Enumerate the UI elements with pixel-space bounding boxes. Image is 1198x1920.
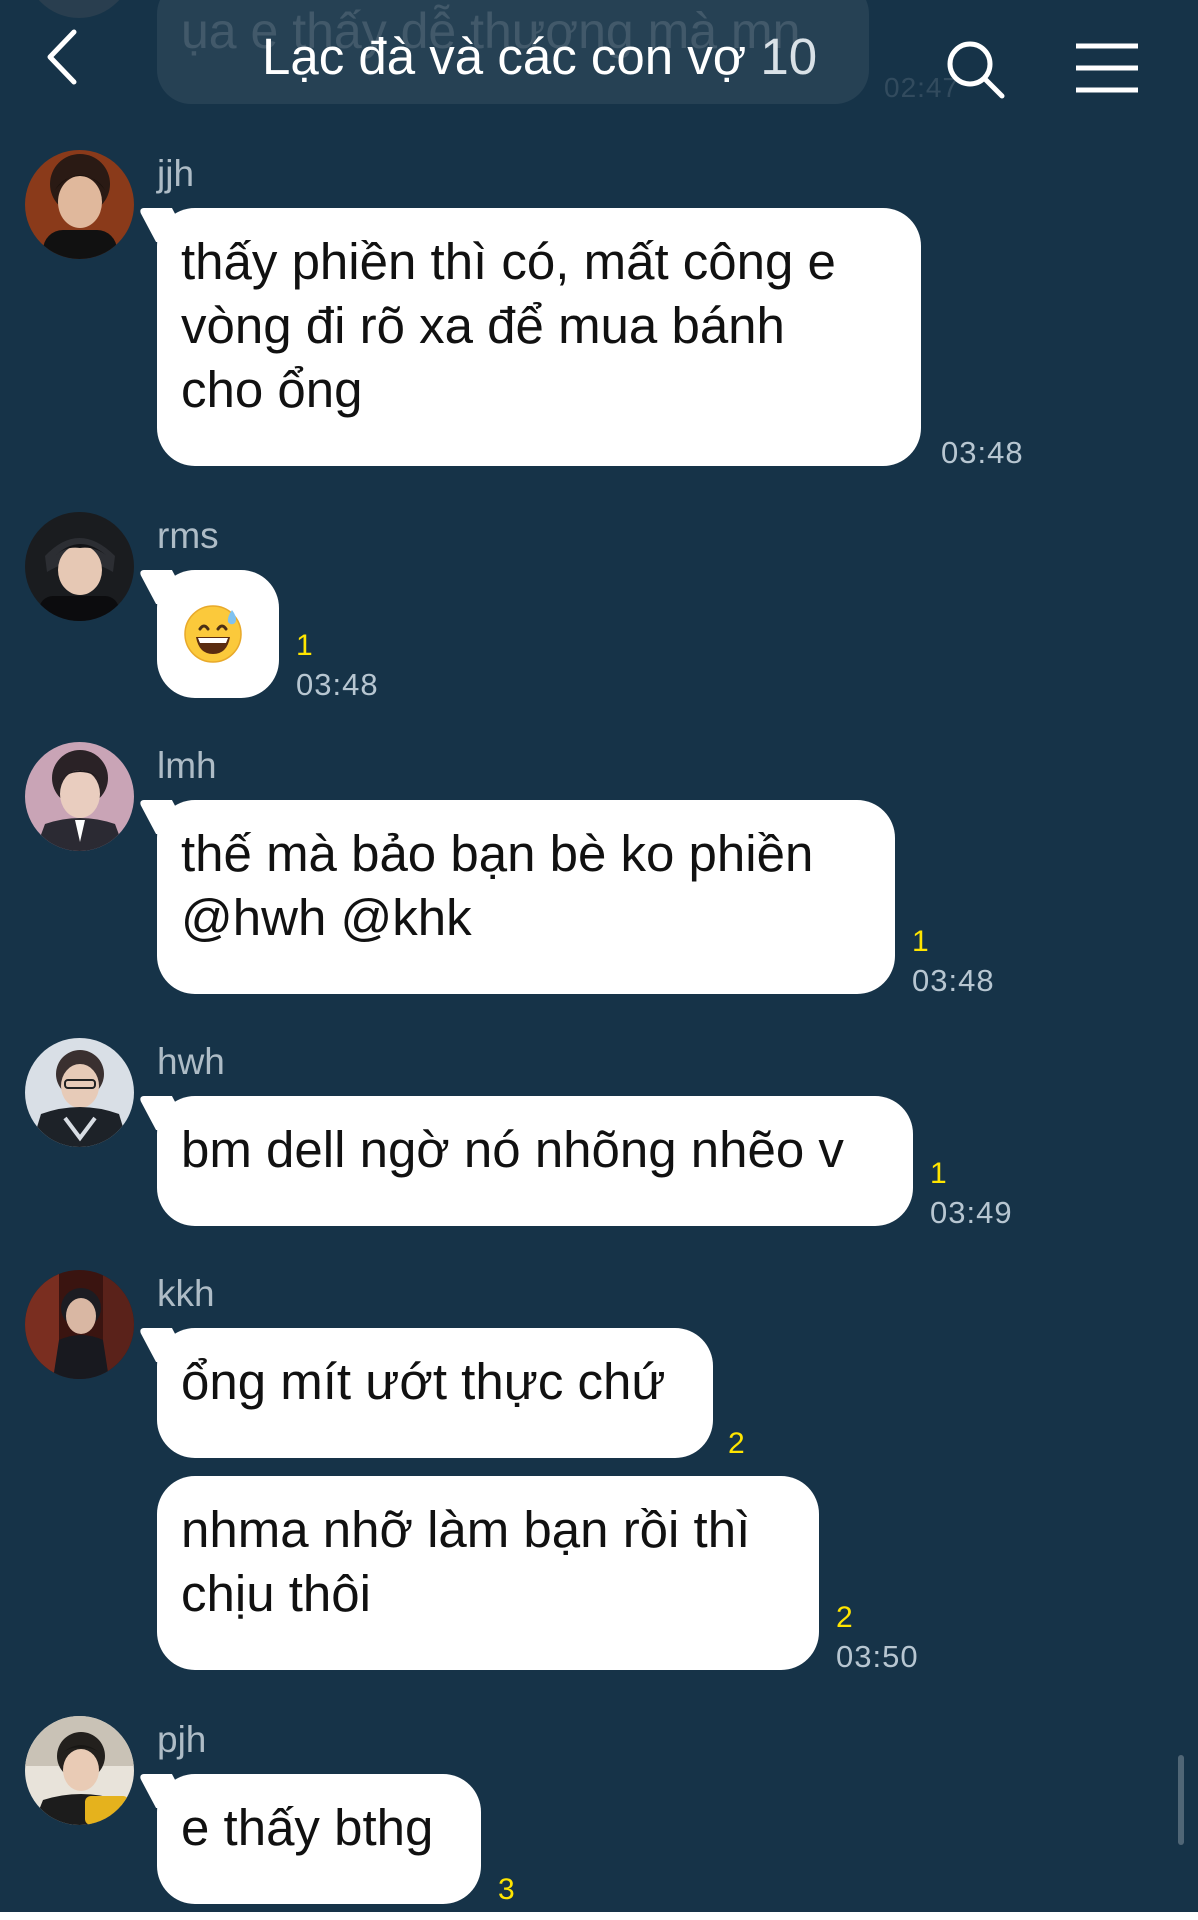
unread-count: 2 — [728, 1427, 745, 1460]
group-name: Lạc đà và các con vợ — [262, 28, 747, 85]
avatar-pjh[interactable] — [25, 1716, 134, 1825]
message-text: nhma nhỡ làm bạn rồi thì — [181, 1501, 751, 1558]
chevron-left-icon — [47, 29, 77, 85]
unread-count: 3 — [498, 1873, 515, 1906]
message-text: bm dell ngờ nó nhõng nhẽo v — [181, 1121, 844, 1178]
sender-name: kkh — [157, 1273, 215, 1314]
message-time: 03:48 — [912, 963, 995, 998]
chat-title[interactable]: Lạc đà và các con vợ 10 — [262, 22, 817, 92]
message-text: @hwh @khk — [181, 889, 472, 946]
avatar-hwh[interactable] — [25, 1038, 134, 1147]
member-count: 10 — [760, 28, 818, 85]
scrollbar-thumb[interactable] — [1178, 1755, 1184, 1845]
avatar-rms[interactable] — [25, 512, 134, 621]
message-time: 03:48 — [296, 667, 379, 702]
message-text: chịu thôi — [181, 1565, 371, 1622]
search-icon — [947, 41, 1005, 99]
message-text: vòng đi rõ xa để mua bánh — [181, 297, 785, 354]
search-button[interactable] — [944, 38, 1008, 102]
message-text: thế mà bảo bạn bè ko phiền — [181, 825, 814, 882]
unread-count: 1 — [296, 629, 313, 662]
unread-count: 2 — [836, 1601, 853, 1634]
message-text: thấy phiền thì có, mất công e — [181, 233, 836, 290]
grinning-face-with-sweat-icon — [184, 605, 242, 663]
chat-screen: ụa e thấy dễ thương mà mn 02:47 Lạc đà v… — [0, 0, 1198, 1920]
message-bubble[interactable]: thế mà bảo bạn bè ko phiền @hwh @khk — [157, 800, 895, 994]
unread-count: 1 — [930, 1157, 947, 1190]
back-button[interactable] — [44, 22, 104, 92]
menu-button[interactable] — [1072, 40, 1142, 96]
sender-name: pjh — [157, 1719, 207, 1760]
bottom-edge — [0, 1912, 1198, 1920]
message-bubble[interactable]: ổng mít ướt thực chứ — [157, 1328, 713, 1458]
chat-header: Lạc đà và các con vợ 10 — [0, 0, 1198, 125]
message-time: 03:49 — [930, 1195, 1013, 1230]
message-bubble[interactable]: nhma nhỡ làm bạn rồi thì chịu thôi — [157, 1476, 819, 1670]
avatar-lmh[interactable] — [25, 742, 134, 851]
message-text: ổng mít ướt thực chứ — [181, 1353, 666, 1410]
avatar-kkh[interactable] — [25, 1270, 134, 1379]
message-bubble[interactable]: bm dell ngờ nó nhõng nhẽo v — [157, 1096, 913, 1226]
sender-name: hwh — [157, 1041, 225, 1082]
message-time: 03:50 — [836, 1639, 919, 1674]
message-text: e thấy bthg — [181, 1799, 434, 1856]
sender-name: jjh — [157, 153, 195, 194]
message-time: 03:48 — [941, 435, 1024, 470]
hamburger-menu-icon — [1076, 43, 1138, 93]
message-bubble[interactable]: e thấy bthg — [157, 1774, 481, 1904]
sender-name: rms — [157, 515, 219, 556]
message-bubble[interactable] — [157, 570, 279, 698]
unread-count: 1 — [912, 925, 929, 958]
avatar-jjh[interactable] — [25, 150, 134, 259]
sender-name: lmh — [157, 745, 217, 786]
message-bubble[interactable]: thấy phiền thì có, mất công e vòng đi rõ… — [157, 208, 921, 466]
message-text: cho ổng — [181, 361, 363, 418]
